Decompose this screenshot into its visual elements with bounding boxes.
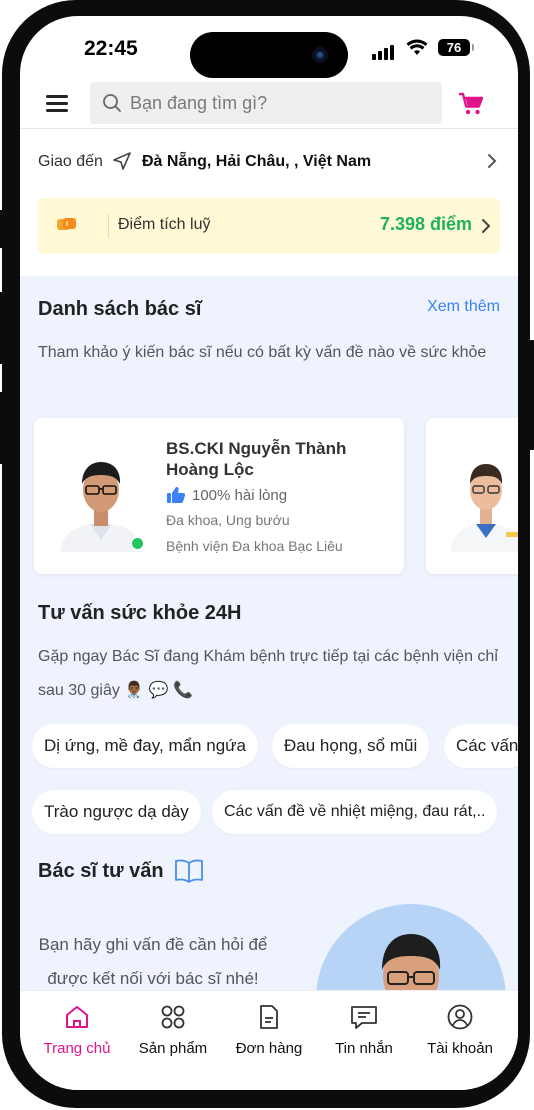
doctor-avatar bbox=[446, 446, 518, 552]
status-time: 22:45 bbox=[84, 37, 138, 60]
doctor-hospital: Bệnh viện Đa khoa Bạc Liêu bbox=[166, 538, 343, 554]
online-status-dot bbox=[130, 536, 145, 551]
tab-home[interactable]: Trang chủ bbox=[27, 1003, 127, 1057]
tab-label: Tài khoản bbox=[427, 1040, 493, 1057]
power-button bbox=[530, 340, 534, 450]
camera-icon bbox=[312, 47, 328, 63]
delivery-label: Giao đến bbox=[38, 153, 103, 170]
doctors-section-description: Tham khảo ý kiến bác sĩ nếu có bất kỳ vấ… bbox=[38, 344, 487, 361]
topic-chip[interactable]: Đau họng, sổ mũi bbox=[272, 724, 430, 768]
topic-chip[interactable]: Các vấn bbox=[444, 724, 518, 768]
doctor-specialty: Đa khoa, Ung bướu bbox=[166, 512, 290, 528]
tab-label: Trang chủ bbox=[43, 1040, 111, 1057]
location-arrow-icon bbox=[112, 151, 132, 176]
screen: 22:45 76 Giao đến bbox=[20, 16, 518, 1090]
tab-products[interactable]: Sản phẩm bbox=[123, 1003, 223, 1057]
tab-label: Đơn hàng bbox=[235, 1040, 303, 1057]
battery-indicator: 76 bbox=[438, 39, 474, 56]
search-icon bbox=[103, 94, 121, 112]
tab-messages[interactable]: Tin nhắn bbox=[314, 1003, 414, 1057]
doctor-card-partial[interactable] bbox=[426, 418, 518, 574]
delivery-address-row[interactable]: Giao đến Đà Nẵng, Hải Châu, , Việt Nam bbox=[20, 129, 518, 191]
search-bar[interactable] bbox=[90, 82, 442, 124]
doctor-rating-text: 100% hài lòng bbox=[192, 486, 288, 504]
delivery-address: Đà Nẵng, Hải Châu, , Việt Nam bbox=[142, 153, 372, 170]
menu-icon[interactable] bbox=[46, 95, 68, 112]
points-divider bbox=[108, 214, 109, 238]
home-icon bbox=[66, 1006, 88, 1028]
see-more-link[interactable]: Xem thêm bbox=[427, 298, 500, 316]
chevron-right-icon bbox=[486, 153, 498, 174]
health24-section-description: Gặp ngay Bác Sĩ đang Khám bệnh trực tiếp… bbox=[38, 648, 498, 699]
topic-chip[interactable]: Trào ngược dạ dày bbox=[32, 790, 201, 834]
cart-icon[interactable] bbox=[458, 92, 484, 121]
consult-text: Bạn hãy ghi vấn đề cần hỏi để được kết n… bbox=[38, 935, 268, 988]
topic-chip[interactable]: Dị ứng, mề đay, mẩn ngứa bbox=[32, 724, 258, 768]
doctor-rating: 100% hài lòng bbox=[166, 486, 287, 504]
chat-icon bbox=[351, 1006, 377, 1029]
search-input[interactable] bbox=[128, 91, 432, 115]
chevron-right-icon bbox=[480, 218, 492, 239]
grid-icon bbox=[161, 1005, 185, 1029]
coin-icon bbox=[56, 216, 78, 237]
bottom-tab-bar: Trang chủ Sản phẩm Đơn hàng Tin nhắn Tài… bbox=[20, 990, 518, 1090]
tab-label: Tin nhắn bbox=[335, 1040, 393, 1057]
wifi-icon bbox=[406, 39, 428, 61]
tab-label: Sản phẩm bbox=[138, 1040, 208, 1057]
thumbs-up-icon bbox=[167, 487, 186, 503]
phone-frame: 22:45 76 Giao đến bbox=[0, 0, 534, 1108]
content-background bbox=[20, 276, 518, 996]
tab-orders[interactable]: Đơn hàng bbox=[219, 1003, 319, 1057]
points-label: Điểm tích luỹ bbox=[118, 216, 211, 233]
doctor-card[interactable]: BS.CKI Nguyễn Thành Hoàng Lộc 100% hài l… bbox=[34, 418, 404, 574]
app-header bbox=[20, 80, 518, 128]
volume-down-button bbox=[0, 392, 2, 464]
document-icon bbox=[260, 1005, 278, 1029]
doctor-name: BS.CKI Nguyễn Thành Hoàng Lộc bbox=[166, 439, 347, 479]
signal-icon bbox=[372, 42, 396, 60]
book-icon bbox=[174, 858, 204, 889]
topic-chip[interactable]: Các vấn đề về nhiệt miệng, đau rát,.. bbox=[212, 790, 498, 834]
points-value: 7.398 điểm bbox=[379, 214, 472, 234]
health24-section-title: Tư vấn sức khỏe 24H bbox=[38, 602, 242, 624]
loyalty-points-banner[interactable]: Điểm tích luỹ 7.398 điểm bbox=[38, 198, 500, 254]
user-icon bbox=[447, 1004, 473, 1030]
volume-up-button bbox=[0, 292, 2, 364]
tab-account[interactable]: Tài khoản bbox=[410, 1003, 510, 1057]
consult-section-title: Bác sĩ tư vấn bbox=[38, 860, 164, 882]
dynamic-island bbox=[190, 32, 348, 78]
doctors-section-title: Danh sách bác sĩ bbox=[38, 298, 202, 320]
